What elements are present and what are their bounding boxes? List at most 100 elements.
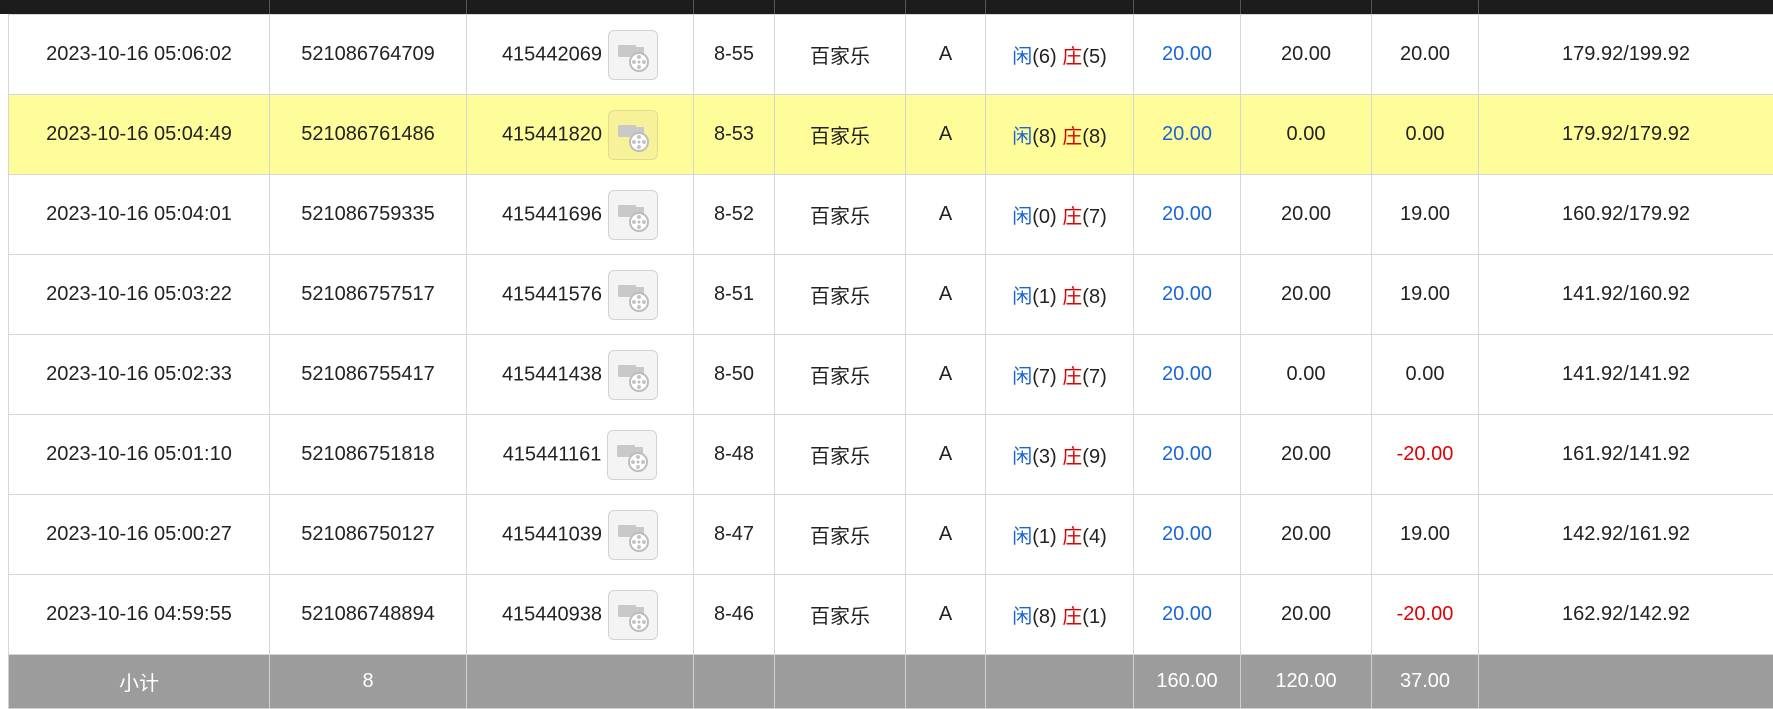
game-id-cell: 415441696 (467, 175, 694, 255)
banker-score: (4) (1082, 526, 1106, 548)
bet-time: 2023-10-16 05:02:33 (9, 335, 270, 415)
bet-time: 2023-10-16 04:59:55 (9, 575, 270, 655)
table-number: 8-46 (694, 575, 775, 655)
result-cell: 闲(8) 庄(1) (986, 575, 1134, 655)
player-label: 闲 (1012, 206, 1032, 228)
bet-id: 521086759335 (270, 175, 467, 255)
player-label: 闲 (1012, 366, 1032, 388)
table-number: 8-53 (694, 95, 775, 175)
bet-type: A (906, 335, 986, 415)
result-cell: 闲(3) 庄(9) (986, 415, 1134, 495)
game-name: 百家乐 (775, 495, 906, 575)
bet-time: 2023-10-16 05:01:10 (9, 415, 270, 495)
table-row: 2023-10-16 05:04:49 521086761486 4154418… (9, 95, 1773, 175)
player-score: (8) (1032, 126, 1056, 148)
banker-label: 庄 (1062, 206, 1082, 228)
subtotal-bet: 160.00 (1134, 655, 1241, 709)
balance: 141.92/141.92 (1479, 335, 1773, 415)
banker-label: 庄 (1062, 286, 1082, 308)
table-row: 2023-10-16 05:01:10 521086751818 4154411… (9, 415, 1773, 495)
bet-amount[interactable]: 20.00 (1134, 415, 1241, 495)
video-replay-icon[interactable] (608, 270, 658, 320)
player-label: 闲 (1012, 526, 1032, 548)
result-cell: 闲(7) 庄(7) (986, 335, 1134, 415)
bet-amount[interactable]: 20.00 (1134, 335, 1241, 415)
player-label: 闲 (1012, 126, 1032, 148)
game-id-cell: 415441039 (467, 495, 694, 575)
bet-id: 521086764709 (270, 15, 467, 95)
result-cell: 闲(1) 庄(8) (986, 255, 1134, 335)
balance: 161.92/141.92 (1479, 415, 1773, 495)
subtotal-row: 小计 8 160.00 120.00 37.00 (9, 655, 1773, 709)
player-score: (6) (1032, 46, 1056, 68)
game-id-cell: 415441576 (467, 255, 694, 335)
valid-amount: 20.00 (1241, 495, 1372, 575)
banker-label: 庄 (1062, 606, 1082, 628)
banker-score: (8) (1082, 126, 1106, 148)
bet-time: 2023-10-16 05:03:22 (9, 255, 270, 335)
win-loss: 19.00 (1372, 255, 1479, 335)
game-id: 415441039 (502, 523, 602, 545)
balance: 179.92/179.92 (1479, 95, 1773, 175)
bet-id: 521086757517 (270, 255, 467, 335)
bet-amount[interactable]: 20.00 (1134, 95, 1241, 175)
banker-label: 庄 (1062, 366, 1082, 388)
player-label: 闲 (1012, 46, 1032, 68)
banker-label: 庄 (1062, 46, 1082, 68)
bet-amount[interactable]: 20.00 (1134, 255, 1241, 335)
banker-label: 庄 (1062, 446, 1082, 468)
bet-id: 521086761486 (270, 95, 467, 175)
table-row: 2023-10-16 05:03:22 521086757517 4154415… (9, 255, 1773, 335)
game-name: 百家乐 (775, 335, 906, 415)
game-id: 415441576 (502, 283, 602, 305)
win-loss: 19.00 (1372, 495, 1479, 575)
player-score: (1) (1032, 526, 1056, 548)
player-score: (8) (1032, 606, 1056, 628)
video-replay-icon[interactable] (608, 510, 658, 560)
subtotal-label: 小计 (9, 655, 270, 709)
game-id: 415441438 (502, 363, 602, 385)
bet-amount[interactable]: 20.00 (1134, 495, 1241, 575)
game-id: 415442069 (502, 43, 602, 65)
table-number: 8-50 (694, 335, 775, 415)
video-replay-icon[interactable] (608, 350, 658, 400)
table-row: 2023-10-16 04:59:55 521086748894 4154409… (9, 575, 1773, 655)
game-id: 415440938 (502, 603, 602, 625)
valid-amount: 0.00 (1241, 95, 1372, 175)
game-id-cell: 415441820 (467, 95, 694, 175)
game-name: 百家乐 (775, 415, 906, 495)
valid-amount: 20.00 (1241, 255, 1372, 335)
balance: 142.92/161.92 (1479, 495, 1773, 575)
video-replay-icon[interactable] (608, 30, 658, 80)
video-replay-icon[interactable] (608, 190, 658, 240)
bet-type: A (906, 495, 986, 575)
table-number: 8-47 (694, 495, 775, 575)
banker-score: (1) (1082, 606, 1106, 628)
win-loss: -20.00 (1372, 575, 1479, 655)
table-row: 2023-10-16 05:00:27 521086750127 4154410… (9, 495, 1773, 575)
banker-score: (8) (1082, 286, 1106, 308)
player-score: (1) (1032, 286, 1056, 308)
valid-amount: 20.00 (1241, 15, 1372, 95)
table-row: 2023-10-16 05:06:02 521086764709 4154420… (9, 15, 1773, 95)
balance: 162.92/142.92 (1479, 575, 1773, 655)
bet-amount[interactable]: 20.00 (1134, 175, 1241, 255)
bet-time: 2023-10-16 05:00:27 (9, 495, 270, 575)
win-loss: 19.00 (1372, 175, 1479, 255)
bet-time: 2023-10-16 05:04:01 (9, 175, 270, 255)
table-number: 8-55 (694, 15, 775, 95)
bet-id: 521086748894 (270, 575, 467, 655)
bet-time: 2023-10-16 05:04:49 (9, 95, 270, 175)
video-replay-icon[interactable] (608, 110, 658, 160)
bet-amount[interactable]: 20.00 (1134, 575, 1241, 655)
bet-amount[interactable]: 20.00 (1134, 15, 1241, 95)
game-name: 百家乐 (775, 175, 906, 255)
bet-id: 521086750127 (270, 495, 467, 575)
video-replay-icon[interactable] (607, 430, 657, 480)
video-replay-icon[interactable] (608, 590, 658, 640)
bet-type: A (906, 575, 986, 655)
table-header-bar (0, 0, 1773, 14)
bet-type: A (906, 95, 986, 175)
banker-score: (5) (1082, 46, 1106, 68)
game-name: 百家乐 (775, 95, 906, 175)
